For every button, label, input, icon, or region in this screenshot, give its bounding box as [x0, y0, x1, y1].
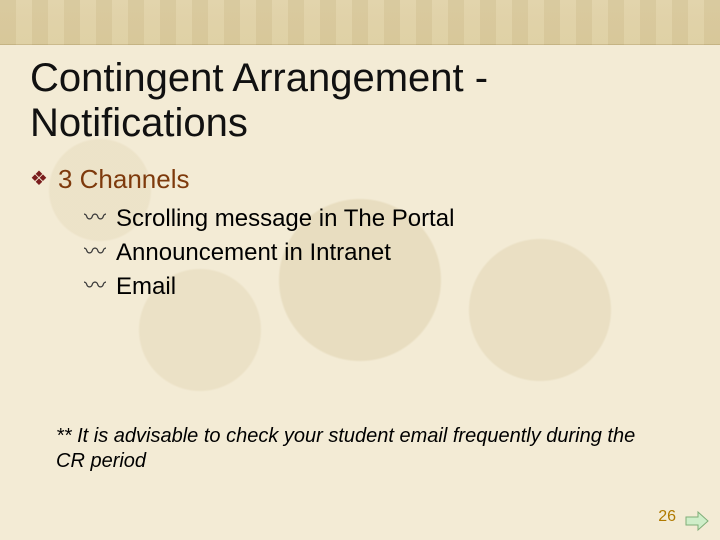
next-arrow-icon[interactable]	[684, 510, 710, 532]
list-item-text: Email	[116, 271, 176, 303]
diamond-bullet-icon: ❖	[30, 164, 48, 194]
list-item-text: Announcement in Intranet	[116, 237, 391, 269]
decorative-top-band	[0, 0, 720, 45]
list-item: 〰 Announcement in Intranet	[84, 237, 690, 269]
footnote: ** It is advisable to check your student…	[56, 424, 660, 474]
slide-title: Contingent Arrangement - Notifications	[30, 56, 690, 146]
wave-bullet-icon: 〰	[84, 237, 106, 267]
wave-bullet-icon: 〰	[84, 203, 106, 233]
list-item: 〰 Scrolling message in The Portal	[84, 203, 690, 235]
channel-list: 〰 Scrolling message in The Portal 〰 Anno…	[84, 203, 690, 304]
list-item-text: Scrolling message in The Portal	[116, 203, 454, 235]
heading-3-channels: ❖ 3 Channels	[30, 164, 690, 195]
page-number: 26	[658, 508, 676, 526]
list-item: 〰 Email	[84, 271, 690, 303]
slide-body: Contingent Arrangement - Notifications ❖…	[30, 56, 690, 520]
heading-text: 3 Channels	[58, 164, 190, 195]
wave-bullet-icon: 〰	[84, 271, 106, 301]
